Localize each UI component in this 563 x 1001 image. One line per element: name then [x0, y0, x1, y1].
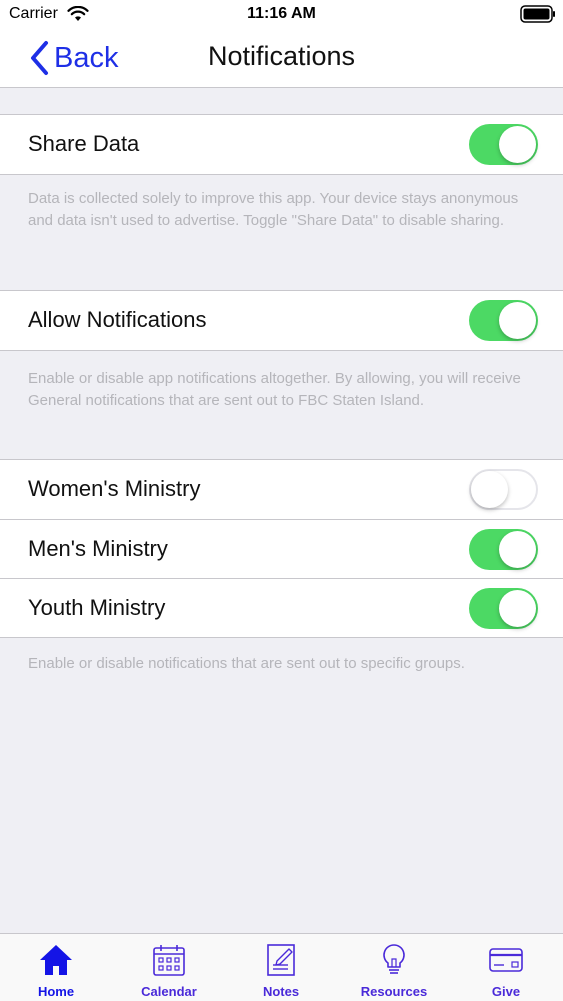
battery-icon — [520, 5, 555, 23]
group-row-mens-ministry: Men's Ministry — [0, 520, 563, 579]
group-label: Women's Ministry — [28, 476, 201, 501]
youth-ministry-toggle[interactable] — [469, 588, 538, 629]
tab-calendar[interactable]: Calendar — [113, 934, 225, 1001]
tab-bar: Home Calendar Notes Resources Give — [0, 933, 563, 1001]
section-divider — [0, 350, 563, 351]
groups-footer: Enable or disable notifications that are… — [28, 655, 465, 672]
group-label: Youth Ministry — [28, 595, 166, 620]
status-time: 11:16 AM — [247, 5, 316, 22]
tab-notes[interactable]: Notes — [225, 934, 337, 1001]
toggle-knob — [499, 531, 536, 568]
status-bar: Carrier 11:16 AM — [0, 0, 563, 30]
credit-card-icon — [489, 948, 523, 972]
tab-label: Give — [491, 984, 521, 999]
share-data-row: Share Data — [0, 115, 563, 174]
toggle-knob — [499, 590, 536, 627]
share-data-footer: Data is collected solely to improve this… — [28, 190, 519, 229]
section-divider — [0, 174, 563, 175]
womens-ministry-toggle[interactable] — [469, 469, 538, 510]
toggle-knob — [499, 302, 536, 339]
navigation-bar: Back Notifications — [0, 30, 563, 88]
tab-label: Resources — [360, 984, 428, 999]
tab-label: Calendar — [141, 984, 197, 999]
notes-icon — [267, 944, 295, 976]
allow-notifications-row: Allow Notifications — [0, 291, 563, 350]
section-divider — [0, 637, 563, 638]
calendar-icon — [153, 945, 185, 976]
allow-notifications-label: Allow Notifications — [28, 307, 207, 332]
allow-notifications-toggle[interactable] — [469, 300, 538, 341]
tab-label: Notes — [262, 984, 300, 999]
allow-notifications-footer: Enable or disable app notifications alto… — [28, 370, 521, 409]
tab-resources[interactable]: Resources — [338, 934, 450, 1001]
tab-give[interactable]: Give — [450, 934, 562, 1001]
page-title: Notifications — [207, 41, 356, 71]
tab-label: Home — [37, 984, 75, 999]
group-row-youth-ministry: Youth Ministry — [0, 579, 563, 638]
home-icon — [40, 945, 72, 975]
share-data-toggle[interactable] — [469, 124, 538, 165]
group-label: Men's Ministry — [28, 536, 168, 561]
lightbulb-icon — [383, 944, 405, 974]
toggle-knob — [499, 126, 536, 163]
tab-home[interactable]: Home — [0, 934, 112, 1001]
group-row-womens-ministry: Women's Ministry — [0, 460, 563, 519]
toggle-knob — [471, 471, 508, 508]
share-data-label: Share Data — [28, 131, 140, 156]
mens-ministry-toggle[interactable] — [469, 529, 538, 570]
